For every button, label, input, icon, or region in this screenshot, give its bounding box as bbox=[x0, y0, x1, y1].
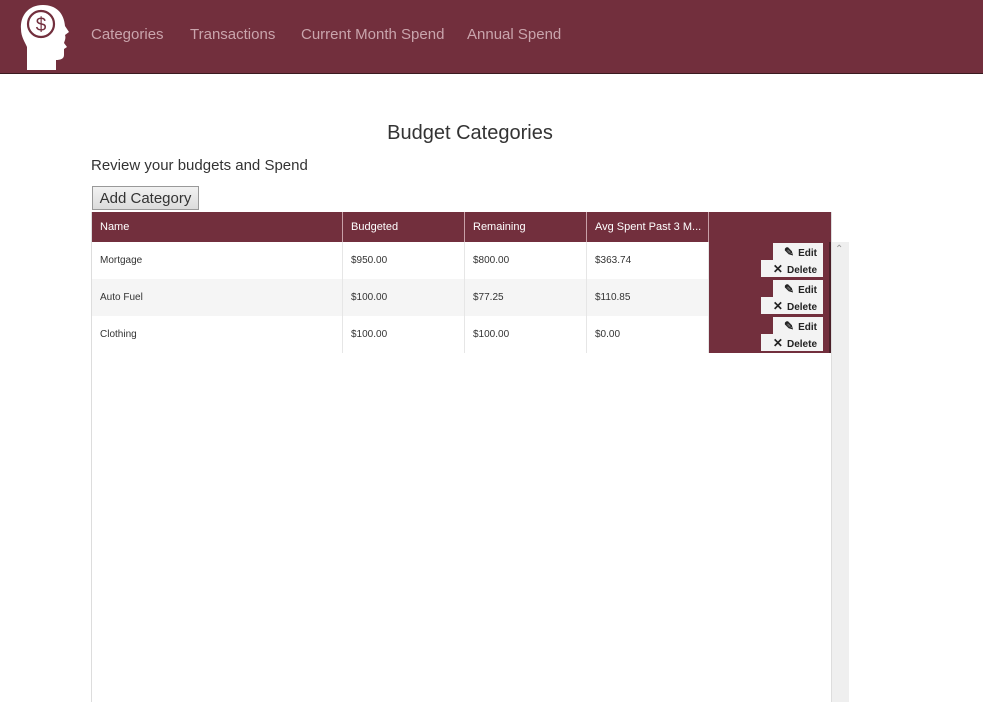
cell-remaining: $100.00 bbox=[465, 316, 587, 353]
table-row[interactable]: Clothing $100.00 $100.00 $0.00 ✎ Edit ✕ De… bbox=[92, 316, 831, 353]
column-header-name[interactable]: Name bbox=[92, 212, 343, 242]
scroll-up-arrow-icon[interactable]: ⌃ bbox=[835, 244, 843, 256]
delete-button[interactable]: ✕ Delete bbox=[761, 260, 823, 277]
cell-name: Clothing bbox=[92, 316, 343, 353]
nav-current-month-spend[interactable]: Current Month Spend bbox=[301, 26, 444, 43]
edit-button[interactable]: ✎ Edit bbox=[773, 280, 823, 297]
row-actions: ✎ Edit ✕ Delete bbox=[709, 279, 831, 316]
cell-budgeted: $100.00 bbox=[343, 316, 465, 353]
delete-button[interactable]: ✕ Delete bbox=[761, 334, 823, 351]
pencil-icon: ✎ bbox=[784, 244, 795, 259]
grid-header: Name Budgeted Remaining Avg Spent Past 3… bbox=[92, 212, 831, 242]
page-subtitle: Review your budgets and Spend bbox=[91, 157, 308, 174]
delete-button[interactable]: ✕ Delete bbox=[761, 297, 823, 314]
edit-label: Edit bbox=[798, 247, 817, 259]
cell-avg-spent: $110.85 bbox=[587, 279, 709, 316]
x-icon: ✕ bbox=[772, 261, 783, 276]
cell-name: Auto Fuel bbox=[92, 279, 343, 316]
edit-label: Edit bbox=[798, 284, 817, 296]
cell-avg-spent: $363.74 bbox=[587, 242, 709, 279]
cell-remaining: $800.00 bbox=[465, 242, 587, 279]
row-actions: ✎ Edit ✕ Delete bbox=[709, 316, 831, 353]
brain-dollar-logo-icon[interactable]: $ bbox=[16, 2, 70, 72]
column-header-budgeted[interactable]: Budgeted bbox=[343, 212, 465, 242]
delete-label: Delete bbox=[786, 338, 817, 350]
x-icon: ✕ bbox=[772, 298, 783, 313]
delete-label: Delete bbox=[786, 301, 817, 313]
page-title: Budget Categories bbox=[387, 122, 553, 144]
svg-text:$: $ bbox=[36, 15, 47, 36]
column-header-actions bbox=[709, 212, 831, 242]
column-header-avg-spent[interactable]: Avg Spent Past 3 M... bbox=[587, 212, 709, 242]
row-actions: ✎ Edit ✕ Delete bbox=[709, 242, 831, 279]
table-row[interactable]: Auto Fuel $100.00 $77.25 $110.85 ✎ Edit ✕… bbox=[92, 279, 831, 316]
nav-transactions[interactable]: Transactions bbox=[190, 26, 275, 43]
x-icon: ✕ bbox=[772, 335, 783, 350]
categories-grid: Name Budgeted Remaining Avg Spent Past 3… bbox=[91, 212, 849, 702]
cell-budgeted: $100.00 bbox=[343, 279, 465, 316]
edit-button[interactable]: ✎ Edit bbox=[773, 317, 823, 334]
pencil-icon: ✎ bbox=[784, 281, 795, 296]
table-row[interactable]: Mortgage $950.00 $800.00 $363.74 ✎ Edit ✕… bbox=[92, 242, 831, 279]
cell-remaining: $77.25 bbox=[465, 279, 587, 316]
vertical-scrollbar[interactable]: ⌃ bbox=[831, 242, 849, 702]
cell-name: Mortgage bbox=[92, 242, 343, 279]
nav-categories[interactable]: Categories bbox=[91, 26, 164, 43]
delete-label: Delete bbox=[786, 264, 817, 276]
column-header-remaining[interactable]: Remaining bbox=[465, 212, 587, 242]
nav-annual-spend[interactable]: Annual Spend bbox=[467, 26, 561, 43]
navbar: $ Categories Transactions Current Month … bbox=[0, 0, 983, 74]
edit-label: Edit bbox=[798, 321, 817, 333]
cell-avg-spent: $0.00 bbox=[587, 316, 709, 353]
edit-button[interactable]: ✎ Edit bbox=[773, 243, 823, 260]
add-category-button[interactable]: Add Category bbox=[92, 186, 199, 210]
pencil-icon: ✎ bbox=[784, 318, 795, 333]
scrollbar-corner bbox=[831, 212, 849, 242]
cell-budgeted: $950.00 bbox=[343, 242, 465, 279]
